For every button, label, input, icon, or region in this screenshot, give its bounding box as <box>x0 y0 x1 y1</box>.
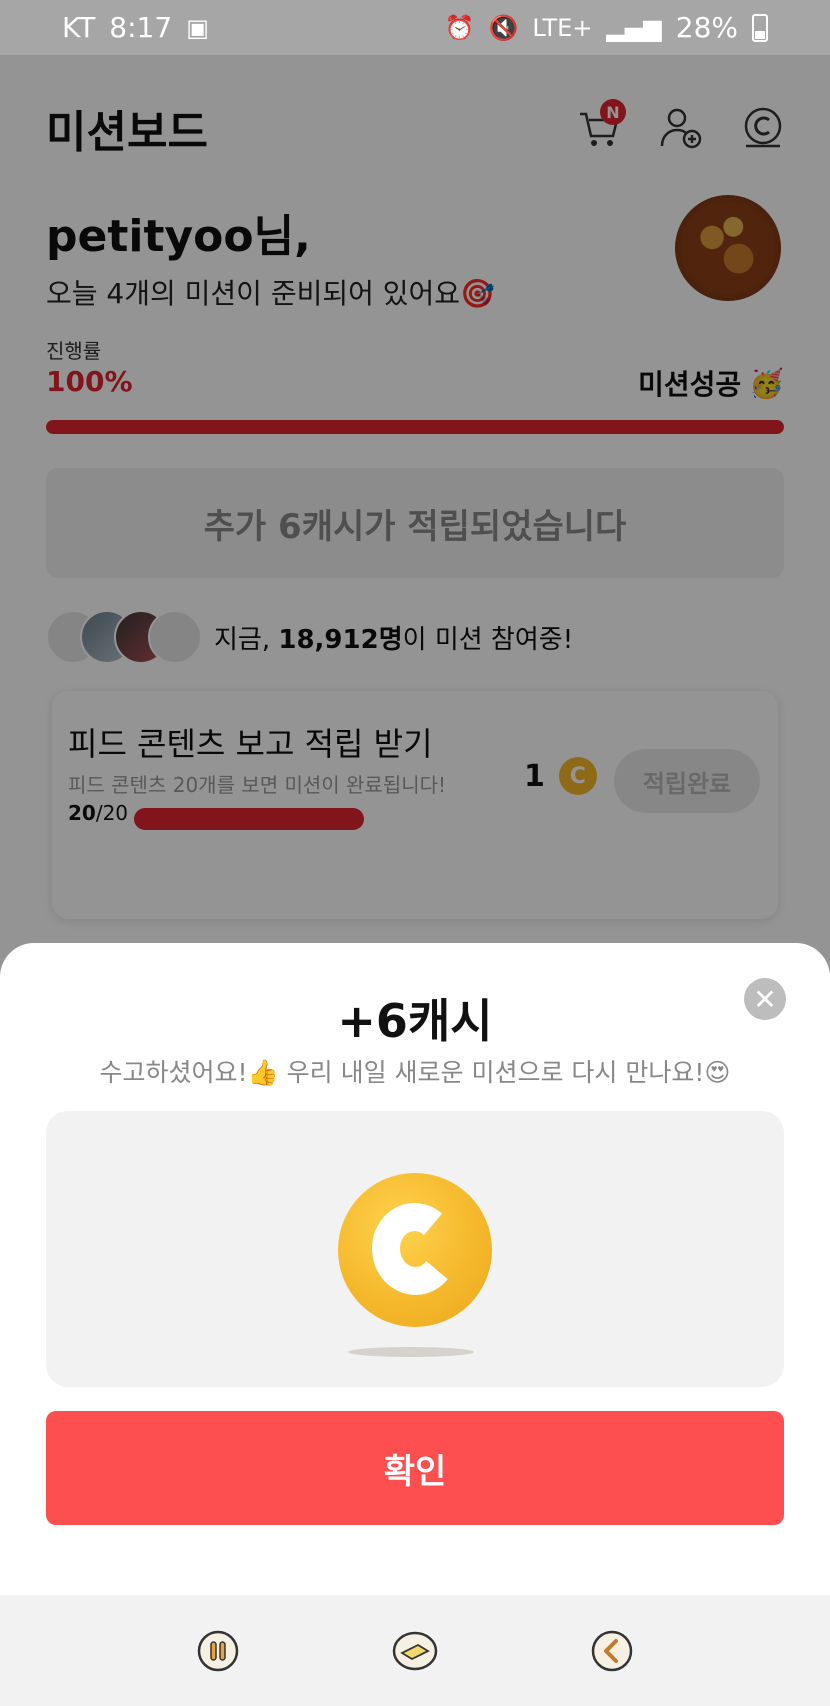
navigation-bar <box>0 1595 830 1706</box>
battery-icon <box>752 13 768 42</box>
mute-icon: 🔇 <box>488 13 519 42</box>
battery-percent: 28% <box>675 11 738 44</box>
coin-icon <box>338 1173 492 1327</box>
carrier-label: KT <box>62 11 96 44</box>
coin-panel <box>46 1111 784 1387</box>
confirm-button[interactable]: 확인 <box>46 1411 784 1525</box>
back-icon[interactable] <box>588 1627 636 1675</box>
close-icon[interactable]: ✕ <box>744 978 786 1020</box>
reward-sheet: +6캐시 ✕ 수고하셨어요!👍 우리 내일 새로운 미션으로 다시 만나요!😍 … <box>0 943 830 1595</box>
clock: 8:17 <box>109 11 173 44</box>
network-label: LTE+ <box>532 13 593 42</box>
coin-letter-shape <box>368 1199 462 1299</box>
alarm-icon: ⏰ <box>444 13 475 42</box>
reward-subtitle: 수고하셨어요!👍 우리 내일 새로운 미션으로 다시 만나요!😍 <box>99 1058 731 1087</box>
status-bar: KT 8:17 ▣ ⏰ 🔇 LTE+ ▂▄▆ 28% <box>0 0 830 55</box>
coin-shadow <box>348 1347 474 1357</box>
reward-title: +6캐시 <box>337 994 493 1048</box>
notification-icon: ▣ <box>186 13 209 42</box>
home-icon[interactable] <box>391 1627 439 1675</box>
recent-apps-icon[interactable] <box>194 1627 242 1675</box>
signal-icon: ▂▄▆ <box>606 13 662 42</box>
